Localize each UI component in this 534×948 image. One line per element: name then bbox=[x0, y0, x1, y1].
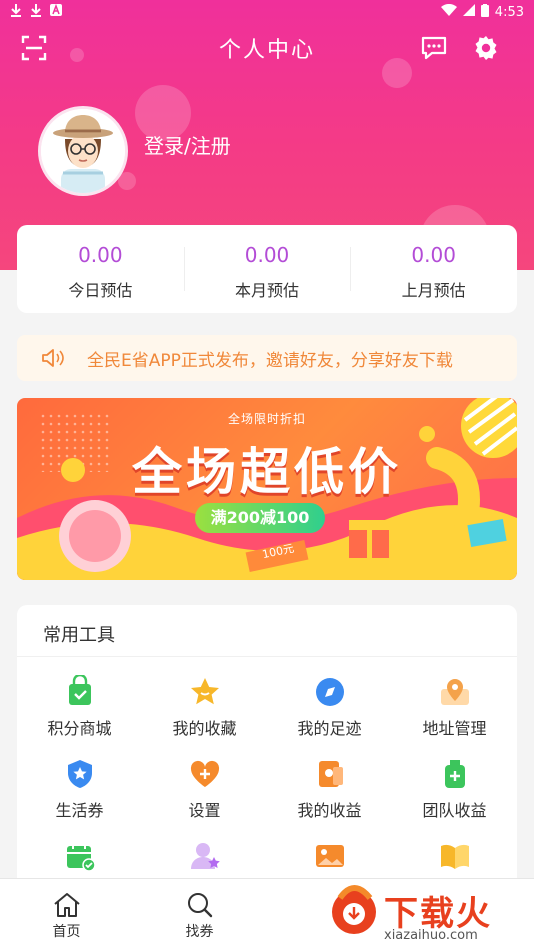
wifi-icon bbox=[440, 3, 457, 20]
page-title: 个人中心 bbox=[218, 38, 315, 63]
book-icon bbox=[438, 839, 472, 873]
tool-item[interactable]: 我的收益 bbox=[267, 739, 392, 821]
tool-label: 我的收益 bbox=[297, 801, 362, 820]
watermark-url: xiazaihuo.com bbox=[384, 928, 478, 943]
stat-label: 上月预估 bbox=[401, 281, 466, 300]
battery-icon bbox=[480, 3, 489, 21]
top-bar: 个人中心 bbox=[0, 26, 534, 70]
search-icon bbox=[187, 893, 212, 918]
speaker-icon bbox=[42, 349, 64, 367]
watermark: 下载火 xiazaihuo.com bbox=[320, 880, 534, 948]
shield-star-icon bbox=[63, 757, 97, 791]
promo-banner[interactable]: 全场限时折扣 全场超低价 满200减100 100元 bbox=[17, 398, 517, 580]
status-time: 4:53 bbox=[494, 4, 524, 20]
tool-label: 我的收藏 bbox=[172, 719, 237, 738]
stat-last-month[interactable]: 0.00 上月预估 bbox=[350, 225, 517, 313]
image-icon bbox=[313, 839, 347, 873]
banner-subtitle: 全场限时折扣 bbox=[227, 412, 306, 426]
banner-badge: 满200减100 bbox=[195, 503, 325, 533]
home-icon bbox=[53, 893, 80, 917]
tool-label: 设置 bbox=[188, 801, 221, 820]
banner-headline: 全场超低价 bbox=[132, 443, 402, 501]
tool-item[interactable]: 团队收益 bbox=[392, 739, 517, 821]
map-pin-icon bbox=[438, 675, 472, 709]
stat-this-month[interactable]: 0.00 本月预估 bbox=[183, 225, 351, 313]
signal-icon bbox=[462, 4, 475, 20]
stat-value: 0.00 bbox=[244, 243, 290, 267]
message-button[interactable] bbox=[418, 32, 450, 64]
gear-icon bbox=[475, 36, 497, 60]
tool-item[interactable]: 设置 bbox=[142, 739, 267, 821]
avatar-girl-icon bbox=[41, 109, 125, 193]
tool-label: 积分商城 bbox=[47, 719, 112, 738]
stat-label: 今日预估 bbox=[68, 281, 133, 300]
stat-label: 本月预估 bbox=[235, 281, 300, 300]
star-icon bbox=[188, 675, 222, 709]
tool-label: 我的足迹 bbox=[297, 719, 362, 738]
login-register-link[interactable]: 登录/注册 bbox=[144, 130, 231, 159]
tool-item[interactable]: 我的足迹 bbox=[267, 657, 392, 739]
earnings-card: 0.00 今日预估 0.00 本月预估 0.00 上月预估 bbox=[17, 225, 517, 313]
tool-item[interactable]: 积分商城 bbox=[17, 657, 142, 739]
stat-today[interactable]: 0.00 今日预估 bbox=[17, 225, 184, 313]
shopping-bag-icon bbox=[63, 675, 97, 709]
announcement-bar[interactable]: 全民E省APP正式发布，邀请好友，分享好友下载 bbox=[17, 335, 517, 381]
calendar-check-icon bbox=[63, 839, 97, 873]
tool-item[interactable]: 生活券 bbox=[17, 739, 142, 821]
bottle-plus-icon bbox=[438, 757, 472, 791]
tool-item[interactable]: 地址管理 bbox=[392, 657, 517, 739]
tab-label: 首页 bbox=[52, 924, 81, 940]
stat-value: 0.00 bbox=[411, 243, 456, 267]
settings-button[interactable] bbox=[470, 32, 502, 64]
tool-item[interactable]: 我的收藏 bbox=[142, 657, 267, 739]
tab-home[interactable]: 首页 bbox=[0, 879, 133, 948]
user-star-icon bbox=[188, 839, 222, 873]
compass-icon bbox=[313, 675, 347, 709]
download-icon bbox=[30, 3, 42, 21]
heart-plus-icon bbox=[188, 757, 222, 791]
tab-label: 找券 bbox=[185, 924, 214, 940]
stat-value: 0.00 bbox=[78, 243, 123, 267]
message-icon bbox=[421, 36, 447, 60]
wallet-icon bbox=[313, 757, 347, 791]
tool-label: 地址管理 bbox=[422, 719, 487, 738]
announcement-text: 全民E省APP正式发布，邀请好友，分享好友下载 bbox=[87, 350, 453, 371]
tab-find-coupons[interactable]: 找券 bbox=[133, 879, 266, 948]
status-bar: 4:53 bbox=[0, 0, 534, 24]
tool-label: 生活券 bbox=[55, 801, 104, 820]
notification-a-icon bbox=[50, 3, 62, 20]
download-icon bbox=[10, 3, 22, 21]
tools-grid: 积分商城 我的收藏 我的足迹 地址管理生活券 设置 我的收益 团队收益 bbox=[17, 657, 517, 903]
tools-panel: 常用工具 积分商城 我的收藏 我的足迹 地址管理生活券 设置 我的收益 团队收益 bbox=[17, 605, 517, 905]
tool-label: 团队收益 bbox=[422, 801, 487, 820]
tools-title: 常用工具 bbox=[17, 605, 517, 657]
avatar[interactable] bbox=[38, 106, 128, 196]
